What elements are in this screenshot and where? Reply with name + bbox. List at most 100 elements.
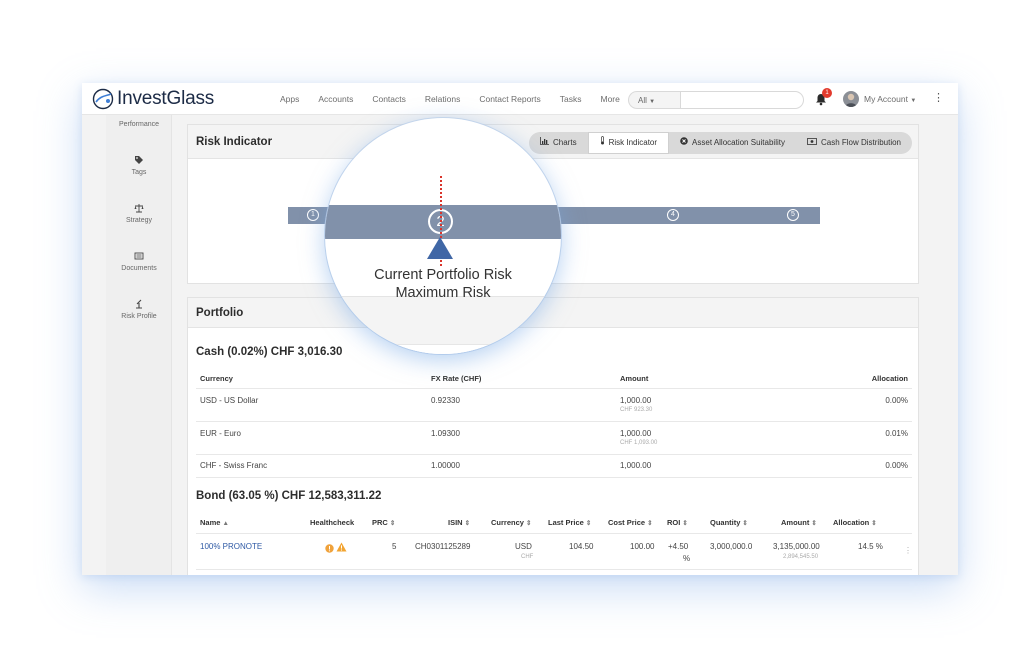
cell-currency: USD <box>515 542 532 551</box>
nav-contacts[interactable]: Contacts <box>372 94 406 104</box>
sidebar-item-strategy[interactable]: Strategy <box>106 203 172 224</box>
col-amount[interactable]: Amount ⇕ <box>781 518 817 527</box>
col-last-price[interactable]: Last Price ⇕ <box>548 518 591 527</box>
scale-icon <box>134 204 144 213</box>
col-label: ISIN <box>448 518 463 527</box>
cell-quantity: 3,000,000.0 <box>710 542 753 551</box>
cell-roi: +4.50 <box>668 542 689 551</box>
col-isin[interactable]: ISIN ⇕ <box>448 518 470 527</box>
chevron-down-icon: ▼ <box>910 98 917 104</box>
tab-label: Asset Allocation Suitability <box>692 138 785 147</box>
cell-amount-chf: 2,894,545.50 <box>783 554 819 560</box>
col-label: ROI <box>667 518 681 527</box>
nav-more[interactable]: More <box>600 94 619 104</box>
col-amount: Amount <box>620 374 649 383</box>
user-avatar-icon <box>845 93 857 107</box>
tab-cash-flow-distribution[interactable]: Cash Flow Distribution <box>796 132 912 154</box>
cell-prc: 5 <box>392 542 397 551</box>
col-label: Currency <box>491 518 524 527</box>
cell-allocation: 0.00% <box>885 461 908 470</box>
sidebar-item-tags[interactable]: Tags <box>106 155 172 176</box>
logo[interactable]: InvestGlass <box>92 87 214 111</box>
nav-accounts[interactable]: Accounts <box>318 94 353 104</box>
tab-risk-indicator[interactable]: Risk Indicator <box>587 132 670 154</box>
col-roi[interactable]: ROI ⇕ <box>667 518 688 527</box>
nav-relations[interactable]: Relations <box>425 94 460 104</box>
divider <box>196 477 912 478</box>
nav-contact-reports[interactable]: Contact Reports <box>479 94 540 104</box>
avatar[interactable] <box>843 91 859 107</box>
divider <box>196 454 912 455</box>
risk-profile-icon <box>136 299 142 309</box>
bond-section-title: Bond (63.05 %) CHF 12,583,311.22 <box>196 490 382 502</box>
sort-icon: ⇕ <box>585 520 592 527</box>
nav-apps[interactable]: Apps <box>280 94 299 104</box>
warning-icon[interactable] <box>336 539 347 557</box>
sidebar-item-performance[interactable]: Performance <box>106 121 172 128</box>
panel-edge <box>325 344 561 354</box>
bond-name-link[interactable]: 100% PRONOTE <box>200 542 262 551</box>
sidebar-item-label: Strategy <box>125 217 153 224</box>
top-bar: InvestGlass Apps Accounts Contacts Relat… <box>82 83 958 115</box>
col-label: Last Price <box>548 518 584 527</box>
documents-icon <box>134 252 144 260</box>
app-name: InvestGlass <box>117 88 215 109</box>
main-nav: Apps Accounts Contacts Relations Contact… <box>280 83 639 115</box>
tab-label: Charts <box>553 138 577 147</box>
cell-currency: CHF - Swiss Franc <box>200 461 268 470</box>
cell-amount: 1,000.00 <box>620 461 652 470</box>
col-allocation[interactable]: Allocation ⇕ <box>833 518 877 527</box>
cell-allocation: 0.01% <box>885 429 908 438</box>
sidebar: Performance Tags Strategy Documents Risk… <box>106 115 172 575</box>
tab-asset-allocation-suitability[interactable]: Asset Allocation Suitability <box>669 132 796 154</box>
risk-level-5[interactable]: 5 <box>787 209 799 221</box>
cell-amount: 1,000.00 <box>620 396 652 405</box>
nav-tasks[interactable]: Tasks <box>560 94 582 104</box>
cell-isin: CH0301125289 <box>415 542 471 551</box>
more-vertical-icon[interactable]: ⋮ <box>933 93 944 104</box>
tag-icon <box>135 156 143 164</box>
search-scope-select[interactable]: All ▼ <box>628 91 680 109</box>
tab-label: Risk Indicator <box>608 138 658 147</box>
divider <box>196 421 912 422</box>
logo-globe-icon <box>92 88 114 110</box>
col-prc[interactable]: PRC ⇕ <box>372 518 395 527</box>
risk-indicator-header: Risk Indicator Charts Risk Indicator Ass… <box>188 125 918 159</box>
risk-level-1[interactable]: 1 <box>307 209 319 221</box>
sidebar-item-documents[interactable]: Documents <box>106 251 172 272</box>
sort-icon: ⇕ <box>811 520 817 527</box>
account-menu[interactable]: My Account ▼ <box>864 94 916 104</box>
cell-amount: 1,000.00 <box>620 429 652 438</box>
row-menu-icon[interactable]: ⋮ <box>904 546 912 555</box>
cell-cost-price: 100.00 <box>630 542 655 551</box>
col-fx-rate: FX Rate (CHF) <box>431 374 482 383</box>
notification-badge: 1 <box>822 88 832 98</box>
account-label: My Account <box>864 94 908 104</box>
magnified-risk-bar: 2 <box>325 205 561 239</box>
search-input[interactable] <box>680 91 804 109</box>
col-label: Quantity <box>710 518 741 527</box>
sort-icon: ⇕ <box>647 520 653 527</box>
chart-icon <box>540 132 549 154</box>
divider <box>196 569 912 570</box>
close-circle-icon <box>680 132 688 154</box>
cash-section-title: Cash (0.02%) CHF 3,016.30 <box>196 346 343 358</box>
risk-level-4[interactable]: 4 <box>667 209 679 221</box>
tab-charts[interactable]: Charts <box>529 132 588 154</box>
search-scope-label: All <box>638 96 647 105</box>
tab-label: Cash Flow Distribution <box>820 138 901 147</box>
col-currency[interactable]: Currency ⇕ <box>491 518 531 527</box>
sort-icon: ⇕ <box>742 520 748 527</box>
col-quantity[interactable]: Quantity ⇕ <box>710 518 748 527</box>
sidebar-item-risk-profile[interactable]: Risk Profile <box>106 299 172 320</box>
col-cost-price[interactable]: Cost Price ⇕ <box>608 518 653 527</box>
col-name[interactable]: Name ▲ <box>200 518 229 527</box>
health-info-icon[interactable] <box>325 540 334 558</box>
col-healthcheck: Healthcheck <box>310 518 355 527</box>
cell-allocation: 14.5 % <box>858 542 883 551</box>
divider <box>196 533 912 534</box>
sidebar-item-label: Tags <box>131 169 147 176</box>
current-portfolio-risk-label: Current Portfolio Risk <box>374 267 512 283</box>
portfolio-title: Portfolio <box>196 307 244 319</box>
cash-icon <box>807 132 817 154</box>
